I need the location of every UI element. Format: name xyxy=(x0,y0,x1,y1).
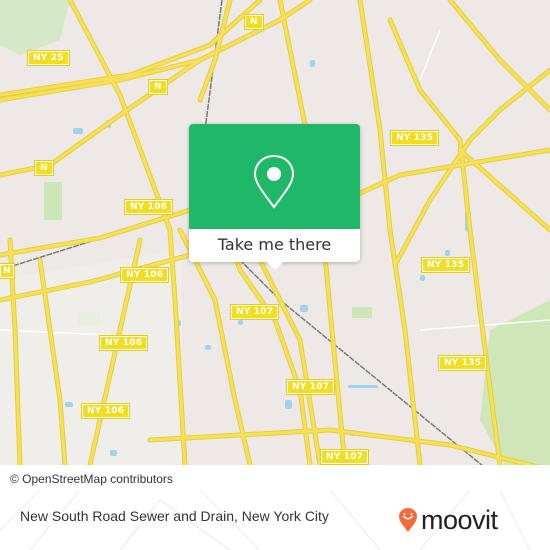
map-attribution[interactable]: © OpenStreetMap contributors xyxy=(0,469,181,489)
take-me-there-label[interactable]: Take me there xyxy=(189,229,360,262)
route-shield-ny135: NY 135 xyxy=(420,257,471,273)
map[interactable]: NY 25 N N N NY 135 NY 106 NY 106 NY 135 … xyxy=(0,0,550,465)
map-pin-icon xyxy=(253,154,295,209)
route-shield-ny135: NY 135 xyxy=(437,355,488,371)
route-shield-n: N xyxy=(244,14,264,30)
take-me-there-button[interactable] xyxy=(189,124,360,229)
location-popup: Take me there xyxy=(189,124,360,270)
route-shield-ny106: NY 106 xyxy=(98,335,149,351)
route-shield-ny106: NY 106 xyxy=(119,267,170,283)
route-shield-n: N xyxy=(148,79,168,95)
route-shield-n: N xyxy=(34,160,54,176)
route-shield-ny107: NY 107 xyxy=(319,449,370,465)
route-shield-ny107: NY 107 xyxy=(285,379,336,395)
footer: New South Road Sewer and Drain, New York… xyxy=(0,490,550,550)
route-shield-ny135: NY 135 xyxy=(389,130,440,146)
route-shield-n: N xyxy=(0,263,15,279)
moovit-wordmark: moovit xyxy=(421,504,498,535)
moovit-pin-icon xyxy=(399,508,417,532)
popup-pointer xyxy=(266,261,284,270)
route-shield-ny25: NY 25 xyxy=(27,50,70,66)
route-shield-ny107: NY 107 xyxy=(229,304,280,320)
place-name: New South Road Sewer and Drain, New York… xyxy=(20,508,329,524)
moovit-logo[interactable]: moovit xyxy=(398,502,498,538)
route-shield-ny106: NY 106 xyxy=(80,403,131,419)
route-shield-ny106: NY 106 xyxy=(123,199,174,215)
